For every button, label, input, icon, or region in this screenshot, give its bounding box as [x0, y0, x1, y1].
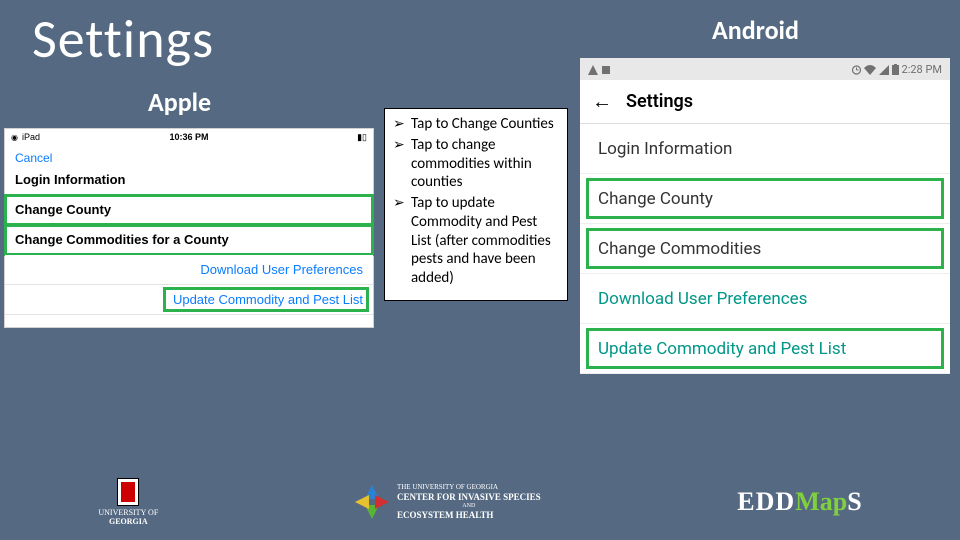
row-login-information[interactable]: Login Information: [5, 165, 373, 195]
android-status-bar: 2:28 PM: [580, 58, 950, 80]
apple-status-bar: iPad 10:36 PM ▮▯: [5, 129, 373, 145]
row-update-commodity-list[interactable]: Update Commodity and Pest List: [580, 324, 950, 374]
apple-status-time: 10:36 PM: [5, 132, 373, 142]
alarm-icon: [851, 64, 862, 75]
back-arrow-icon[interactable]: ←: [592, 89, 612, 114]
row-login-information[interactable]: Login Information: [580, 124, 950, 174]
edd-text: Map: [795, 487, 847, 517]
uga-text-2: GEORGIA: [109, 518, 148, 527]
center-text: THE UNIVERSITY OF GEORGIA: [397, 483, 541, 491]
status-right-icons: 2:28 PM: [851, 63, 942, 76]
instruction-item: Tap to Change Counties: [393, 115, 559, 134]
signal-icon: [879, 65, 889, 75]
edd-text: S: [847, 487, 861, 517]
edd-text: EDD: [737, 487, 795, 517]
instruction-item: Tap to change commodities within countie…: [393, 136, 559, 192]
cancel-button[interactable]: Cancel: [5, 145, 373, 165]
android-status-time: 2:28 PM: [902, 63, 942, 76]
battery-icon: [892, 64, 899, 75]
center-text: ECOSYSTEM HEALTH: [397, 510, 541, 521]
row-change-commodities[interactable]: Change Commodities for a County: [5, 225, 373, 255]
instruction-item: Tap to update Commodity and Pest List (a…: [393, 194, 559, 288]
center-text: CENTER FOR INVASIVE SPECIES: [397, 492, 541, 503]
android-column-label: Android: [712, 14, 799, 46]
row-change-commodities[interactable]: Change Commodities: [580, 224, 950, 274]
footer-logos: UNIVERSITY OF GEORGIA THE UNIVERSITY OF …: [0, 472, 960, 532]
status-notif-icons: [588, 63, 611, 76]
android-header: ← Settings: [580, 80, 950, 124]
center-text: AND: [397, 503, 541, 510]
apple-settings-panel: iPad 10:36 PM ▮▯ Cancel Login Informatio…: [4, 128, 374, 328]
compass-icon: [355, 485, 389, 519]
invasive-species-logo: THE UNIVERSITY OF GEORGIA CENTER FOR INV…: [355, 483, 541, 520]
apple-column-label: Apple: [148, 86, 211, 118]
row-download-preferences[interactable]: Download User Preferences: [5, 255, 373, 285]
uga-logo: UNIVERSITY OF GEORGIA: [98, 478, 158, 527]
instructions-box: Tap to Change Counties Tap to change com…: [384, 108, 568, 301]
row-change-county[interactable]: Change County: [5, 195, 373, 225]
uga-shield-icon: [117, 478, 139, 506]
android-header-title: Settings: [626, 91, 693, 112]
row-update-commodity-list[interactable]: Update Commodity and Pest List: [5, 285, 373, 315]
row-change-county[interactable]: Change County: [580, 174, 950, 224]
android-settings-panel: 2:28 PM ← Settings Login Information Cha…: [580, 58, 950, 374]
eddmaps-logo: EDDMapS: [737, 487, 861, 517]
wifi-icon: [864, 65, 876, 75]
row-download-preferences[interactable]: Download User Preferences: [580, 274, 950, 324]
page-title: Settings: [32, 6, 214, 72]
